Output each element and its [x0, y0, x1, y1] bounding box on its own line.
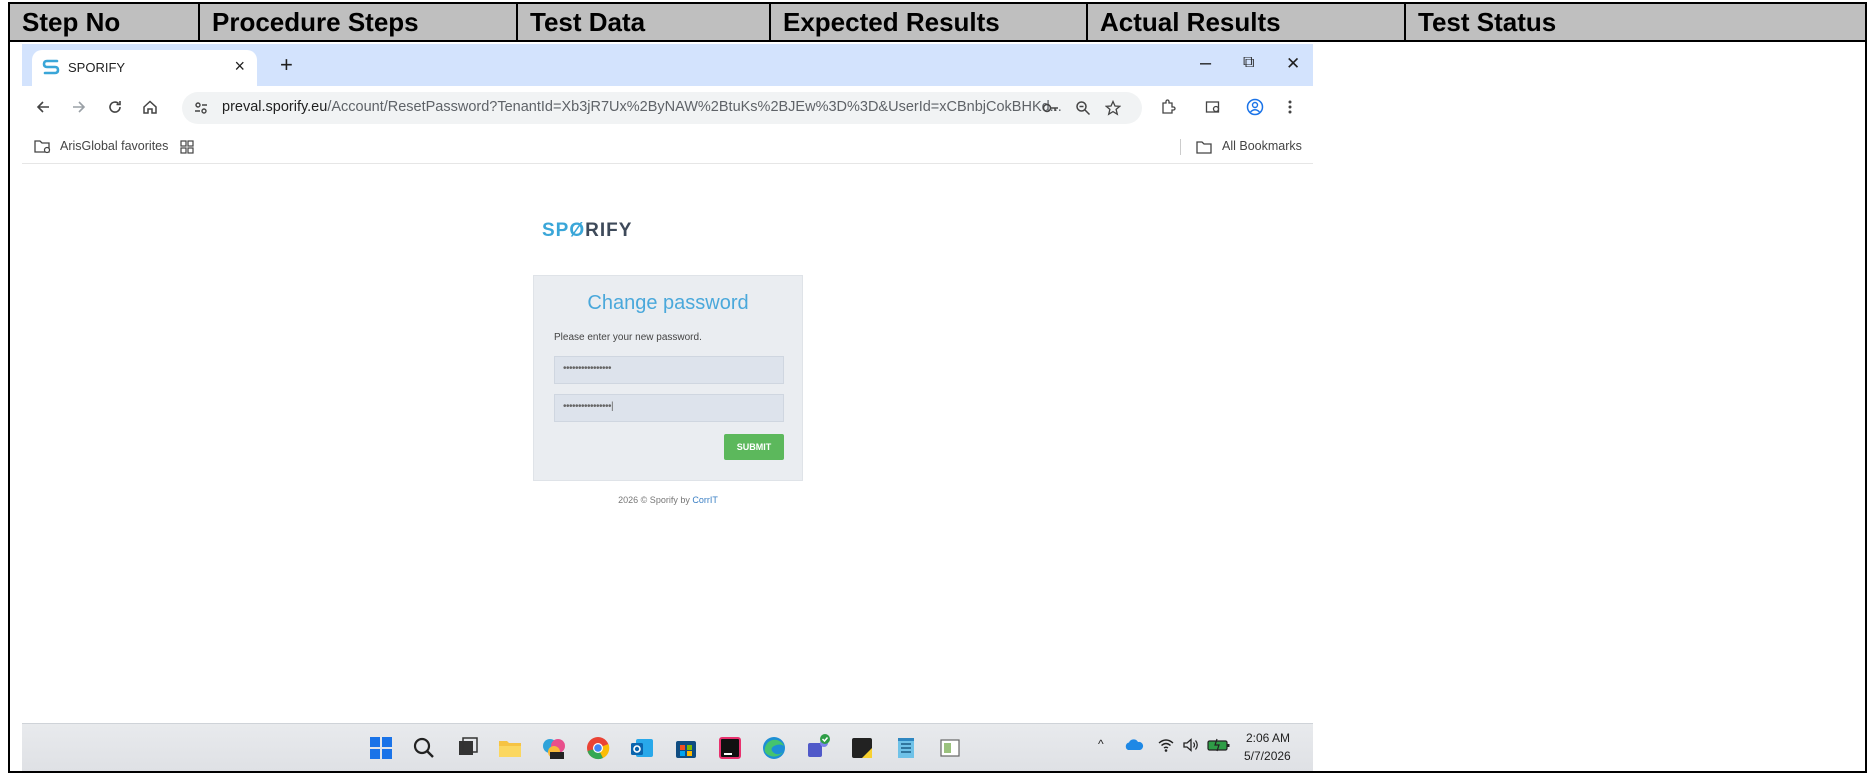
sporify-brand-logo: SPØRIFY	[542, 220, 632, 242]
windows-start-icon[interactable]	[367, 734, 395, 762]
home-icon[interactable]	[139, 96, 161, 118]
submit-button[interactable]: SUBMIT	[724, 434, 784, 460]
star-icon[interactable]	[1102, 97, 1124, 119]
search-icon[interactable]	[410, 734, 438, 762]
menu-icon[interactable]	[1279, 96, 1301, 118]
site-settings-icon[interactable]	[190, 97, 212, 119]
task-view-icon[interactable]	[454, 734, 482, 762]
browser-tab[interactable]: SPORIFY ×	[32, 50, 257, 86]
confirm-password-field[interactable]: ••••••••••••••••|	[554, 394, 784, 422]
header-procedure-steps: Procedure Steps	[200, 4, 518, 40]
bookmarks-divider	[1180, 139, 1181, 155]
card-hint: Please enter your new password.	[554, 332, 702, 343]
brand-prefix: SP	[542, 220, 570, 241]
chevron-up-icon[interactable]: ^	[1098, 737, 1104, 751]
notepad-icon[interactable]	[892, 734, 920, 762]
header-test-status: Test Status	[1418, 7, 1557, 37]
sticky-notes-icon[interactable]	[848, 734, 876, 762]
back-icon[interactable]	[32, 96, 54, 118]
chrome-icon[interactable]	[584, 734, 612, 762]
password-key-icon[interactable]	[1040, 97, 1062, 119]
all-bookmarks[interactable]: All Bookmarks	[1222, 139, 1302, 153]
intellij-icon[interactable]	[716, 734, 744, 762]
footer-link[interactable]: CorrIT	[692, 495, 718, 505]
extensions-icon[interactable]	[1157, 96, 1179, 118]
battery-icon[interactable]	[1207, 738, 1231, 752]
header-expected-results: Expected Results	[771, 4, 1088, 40]
bookmarks-bar: ArisGlobal favorites All Bookmarks	[22, 130, 1313, 164]
brand-suffix: RIFY	[585, 220, 633, 241]
change-password-card: Change password Please enter your new pa…	[533, 275, 803, 481]
edge-icon[interactable]	[760, 734, 788, 762]
copilot-icon[interactable]	[540, 734, 568, 762]
restore-button[interactable]: ⧉	[1243, 54, 1254, 72]
card-title: Change password	[587, 292, 749, 314]
url-path: /Account/ResetPassword?TenantId=Xb3jR7Ux…	[327, 99, 1062, 115]
url-text[interactable]: preval.sporify.eu/Account/ResetPassword?…	[222, 99, 1062, 115]
header-test-data: Test Data	[518, 4, 771, 40]
table-header-row: Step No Procedure Steps Test Data Expect…	[10, 4, 1865, 42]
reload-icon[interactable]	[104, 96, 126, 118]
header-step-no: Step No	[10, 4, 200, 40]
onedrive-icon[interactable]	[1124, 738, 1144, 752]
clock-date[interactable]: 5/7/2026	[1244, 749, 1291, 763]
tab-strip: SPORIFY × + – ⧉ ✕	[22, 44, 1313, 86]
app-icon[interactable]	[936, 734, 964, 762]
page-footer: 2026 © Sporify by CorrIT	[533, 495, 803, 505]
wifi-icon[interactable]	[1157, 737, 1175, 753]
store-icon[interactable]	[672, 734, 700, 762]
forward-icon[interactable]	[68, 96, 90, 118]
header-actual-results: Actual Results	[1088, 4, 1406, 40]
file-explorer-icon[interactable]	[496, 734, 524, 762]
browser-toolbar: preval.sporify.eu/Account/ResetPassword?…	[22, 86, 1313, 130]
teams-icon[interactable]	[804, 734, 832, 762]
outlook-icon[interactable]	[628, 734, 656, 762]
new-tab-button[interactable]: +	[280, 52, 293, 78]
close-window-button[interactable]: ✕	[1286, 54, 1300, 74]
brand-mid: Ø	[569, 220, 586, 241]
clock-time[interactable]: 2:06 AM	[1246, 731, 1290, 745]
bookmark-folder-icon	[34, 140, 51, 154]
browser-screenshot: SPORIFY × + – ⧉ ✕ preval.sporify.eu/Acco…	[22, 44, 1313, 771]
minimize-button[interactable]: –	[1200, 52, 1211, 75]
address-bar[interactable]: preval.sporify.eu/Account/ResetPassword?…	[182, 92, 1142, 124]
windows-taskbar: ^ 2:06 AM 5/7/2026	[22, 723, 1313, 771]
zoom-icon[interactable]	[1072, 97, 1094, 119]
apps-grid-icon[interactable]	[180, 140, 194, 154]
bookmark-arisglobal-favorites[interactable]: ArisGlobal favorites	[60, 139, 168, 153]
folder-icon	[1196, 141, 1212, 154]
sporify-logo-icon	[42, 59, 60, 75]
profile-icon[interactable]	[1244, 96, 1266, 118]
footer-text: 2026 © Sporify by	[618, 495, 693, 505]
tab-close-icon[interactable]: ×	[234, 56, 245, 77]
reading-list-icon[interactable]	[1202, 96, 1224, 118]
tab-title: SPORIFY	[68, 60, 126, 75]
volume-icon[interactable]	[1182, 737, 1200, 753]
url-domain: preval.sporify.eu	[222, 99, 328, 115]
page-content: SPØRIFY Change password Please enter you…	[22, 165, 1313, 728]
new-password-field[interactable]: ••••••••••••••••	[554, 356, 784, 384]
